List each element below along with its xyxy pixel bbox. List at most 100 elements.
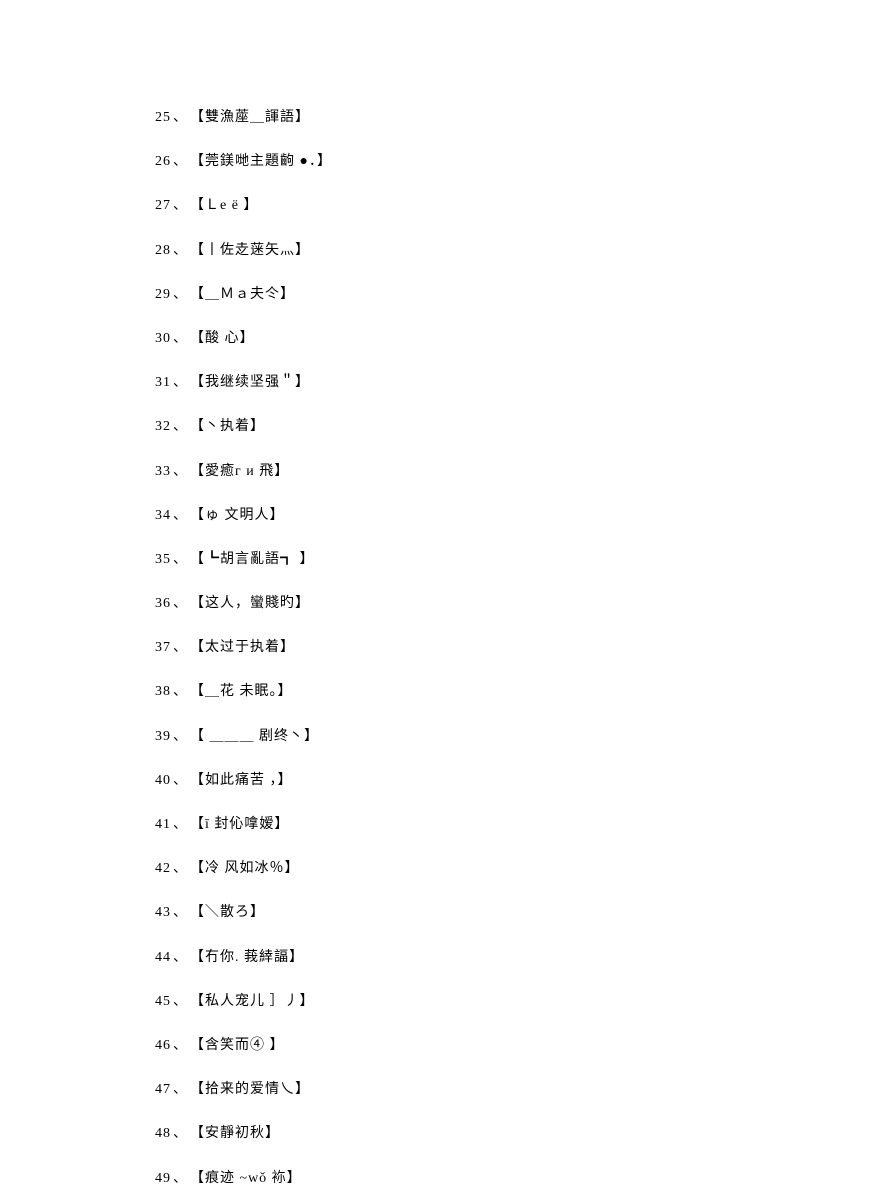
list-item: 47、【拾来的爱情乀】 (155, 1080, 886, 1100)
item-text: 【我继续坚强＂】 (190, 373, 310, 393)
item-separator: 、 (173, 594, 188, 614)
item-text: 【酸 心】 (190, 329, 255, 349)
list-item: 49、【痕迹 ~wǒ 袮】 (155, 1169, 886, 1188)
item-separator: 、 (173, 859, 188, 879)
item-separator: 、 (173, 373, 188, 393)
item-number: 44 (155, 948, 171, 968)
item-number: 35 (155, 550, 171, 570)
item-separator: 、 (173, 903, 188, 923)
list-item: 39、【 ＿＿＿ 剧终丶】 (155, 727, 886, 747)
item-text: 【痕迹 ~wǒ 袮】 (190, 1169, 302, 1188)
item-text: 【莞鎂哋主題齣 ●．】 (190, 152, 332, 172)
item-number: 38 (155, 682, 171, 702)
item-number: 29 (155, 285, 171, 305)
item-number: 40 (155, 771, 171, 791)
list-item: 32、【丶执着】 (155, 417, 886, 437)
item-number: 32 (155, 417, 171, 437)
item-text: 【如此痛苦 ，】 (190, 771, 293, 791)
item-text: 【冷 风如冰％】 (190, 859, 300, 879)
item-text: 【拾来的爱情乀】 (190, 1080, 310, 1100)
list-item: 36、【这人，蠻賤旳】 (155, 594, 886, 614)
item-text: 【含笑而④ 】 (190, 1036, 285, 1056)
list-item: 28、【丨佐赱蒾矢灬】 (155, 241, 886, 261)
item-number: 27 (155, 196, 171, 216)
item-text: 【ī 封伈嗱嫒】 (190, 815, 289, 835)
item-separator: 、 (173, 329, 188, 349)
item-text: 【丶执着】 (190, 417, 265, 437)
item-number: 37 (155, 638, 171, 658)
item-separator: 、 (173, 948, 188, 968)
list-item: 27、【Ｌе ё 】 (155, 196, 886, 216)
list-item: 31、【我继续坚强＂】 (155, 373, 886, 393)
item-number: 25 (155, 108, 171, 128)
item-text: 【安靜初秋】 (190, 1124, 280, 1144)
item-text: 【＿花 未眠。】 (190, 682, 293, 702)
list-item: 37、【太过于执着】 (155, 638, 886, 658)
item-separator: 、 (173, 285, 188, 305)
list-item: 40、【如此痛苦 ，】 (155, 771, 886, 791)
item-text: 【雙漁蓙＿諢語】 (190, 108, 310, 128)
item-text: 【冇你. 莪緈諨】 (190, 948, 304, 968)
item-separator: 、 (173, 992, 188, 1012)
list-item: 44、【冇你. 莪緈諨】 (155, 948, 886, 968)
item-number: 31 (155, 373, 171, 393)
item-number: 36 (155, 594, 171, 614)
item-number: 33 (155, 462, 171, 482)
item-number: 34 (155, 506, 171, 526)
item-separator: 、 (173, 1036, 188, 1056)
item-separator: 、 (173, 682, 188, 702)
list-item: 29、【＿Ｍａ夫仒】 (155, 285, 886, 305)
list-item: 43、【＼散ろ】 (155, 903, 886, 923)
list-item: 41、【ī 封伈嗱嫒】 (155, 815, 886, 835)
list-item: 30、【酸 心】 (155, 329, 886, 349)
item-separator: 、 (173, 462, 188, 482)
item-text: 【丨佐赱蒾矢灬】 (190, 241, 310, 261)
item-text: 【私人宠儿 ］丿】 (190, 992, 315, 1012)
list-item: 45、【私人宠儿 ］丿】 (155, 992, 886, 1012)
item-separator: 、 (173, 1080, 188, 1100)
item-separator: 、 (173, 417, 188, 437)
list-item: 35、【┗胡言亂語┓ 】 (155, 550, 886, 570)
list-item: 26、【莞鎂哋主題齣 ●．】 (155, 152, 886, 172)
list-item: 42、【冷 风如冰％】 (155, 859, 886, 879)
item-number: 48 (155, 1124, 171, 1144)
item-number: 39 (155, 727, 171, 747)
item-separator: 、 (173, 550, 188, 570)
item-number: 46 (155, 1036, 171, 1056)
item-number: 26 (155, 152, 171, 172)
item-separator: 、 (173, 506, 188, 526)
item-text: 【Ｌе ё 】 (190, 196, 258, 216)
item-text: 【＿Ｍａ夫仒】 (190, 285, 295, 305)
item-separator: 、 (173, 241, 188, 261)
item-separator: 、 (173, 1169, 188, 1188)
list-item: 25、【雙漁蓙＿諢語】 (155, 108, 886, 128)
item-number: 49 (155, 1169, 171, 1188)
item-text: 【愛癒г и 飛】 (190, 462, 289, 482)
item-separator: 、 (173, 196, 188, 216)
list-container: 25、【雙漁蓙＿諢語】26、【莞鎂哋主題齣 ●．】27、【Ｌе ё 】28、【丨… (155, 108, 886, 1188)
item-number: 42 (155, 859, 171, 879)
item-separator: 、 (173, 152, 188, 172)
item-separator: 、 (173, 727, 188, 747)
list-item: 34、【ゅ 文明人】 (155, 506, 886, 526)
item-text: 【太过于执着】 (190, 638, 295, 658)
item-text: 【＼散ろ】 (190, 903, 265, 923)
item-number: 43 (155, 903, 171, 923)
list-item: 46、【含笑而④ 】 (155, 1036, 886, 1056)
item-text: 【┗胡言亂語┓ 】 (190, 550, 315, 570)
item-number: 45 (155, 992, 171, 1012)
item-separator: 、 (173, 771, 188, 791)
item-number: 30 (155, 329, 171, 349)
item-separator: 、 (173, 1124, 188, 1144)
list-item: 48、【安靜初秋】 (155, 1124, 886, 1144)
item-text: 【 ＿＿＿ 剧终丶】 (190, 727, 319, 747)
item-text: 【ゅ 文明人】 (190, 506, 285, 526)
item-number: 47 (155, 1080, 171, 1100)
item-number: 28 (155, 241, 171, 261)
item-number: 41 (155, 815, 171, 835)
list-item: 33、【愛癒г и 飛】 (155, 462, 886, 482)
item-separator: 、 (173, 108, 188, 128)
list-item: 38、【＿花 未眠。】 (155, 682, 886, 702)
item-separator: 、 (173, 638, 188, 658)
item-text: 【这人，蠻賤旳】 (190, 594, 310, 614)
